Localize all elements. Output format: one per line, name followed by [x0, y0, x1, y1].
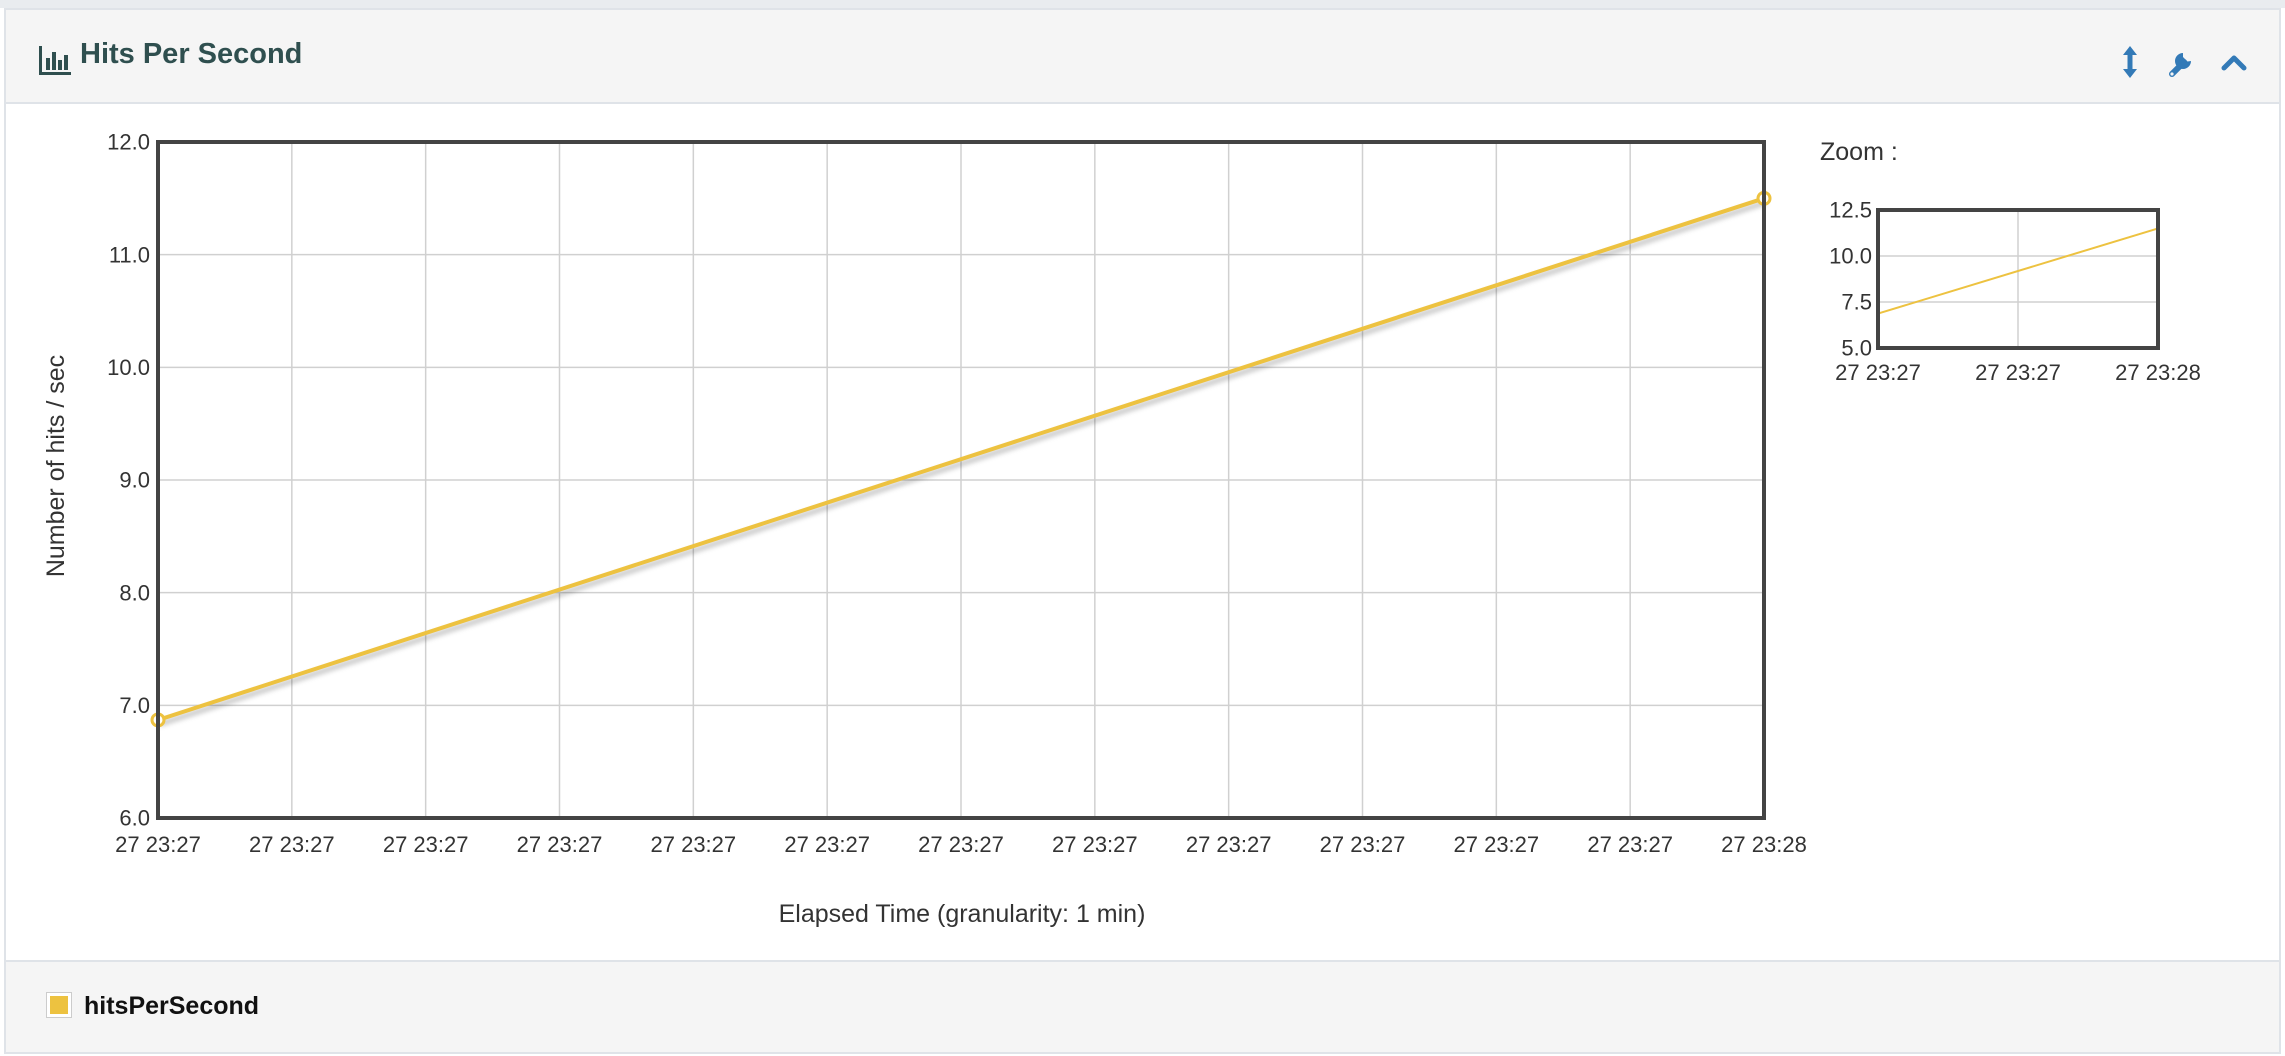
wrench-icon [2169, 53, 2191, 77]
collapse-button[interactable] [2212, 40, 2256, 84]
resize-vertical-button[interactable] [2108, 40, 2152, 84]
y-tick-label: 7.0 [119, 693, 150, 718]
x-axis-title: Elapsed Time (granularity: 1 min) [779, 900, 1146, 928]
x-tick-label: 27 23:27 [1052, 832, 1138, 857]
y-axis-title: Number of hits / sec [42, 355, 70, 577]
series-shadow [159, 199, 1767, 727]
x-tick-label: 27 23:27 [383, 832, 469, 857]
x-tick-label: 27 23:27 [1454, 832, 1540, 857]
x-tick-label: 27 23:27 [517, 832, 603, 857]
legend-swatch [46, 992, 72, 1018]
resize-vertical-icon [2123, 46, 2137, 78]
chart-panel: Hits Per Second 6.0 7.0 8.0 9.0 10.0 11.… [4, 8, 2281, 1054]
main-x-axis-ticks: 27 23:27 27 23:27 27 23:27 27 23:27 27 23:27… [115, 832, 1807, 857]
zoom-label: Zoom : [1820, 138, 1898, 166]
y-tick-label: 12.5 [1829, 198, 1872, 223]
x-tick-label: 27 23:27 [1320, 832, 1406, 857]
top-band [0, 0, 2285, 8]
y-tick-label: 8.0 [119, 580, 150, 605]
legend-label: hitsPerSecond [84, 992, 260, 1020]
x-tick-label: 27 23:27 [651, 832, 737, 857]
chevron-up-icon [2221, 55, 2247, 71]
x-tick-label: 27 23:27 [1186, 832, 1272, 857]
settings-button[interactable] [2160, 40, 2204, 84]
bar-chart-icon [39, 46, 71, 75]
y-tick-label: 6.0 [119, 806, 150, 831]
main-y-axis-ticks: 6.0 7.0 8.0 9.0 10.0 11.0 12.0 [107, 130, 150, 831]
y-tick-label: 10.0 [1829, 244, 1872, 269]
x-tick-label: 27 23:27 [1587, 832, 1673, 857]
x-tick-label: 27 23:27 [784, 832, 870, 857]
main-chart-grid [158, 142, 1764, 818]
panel-title: Hits Per Second [80, 38, 303, 70]
legend-bar: hitsPerSecond [6, 960, 2279, 1052]
y-tick-label: 7.5 [1841, 290, 1872, 315]
x-tick-label: 27 23:28 [2115, 360, 2201, 385]
y-tick-label: 12.0 [107, 130, 150, 155]
x-tick-label: 27 23:27 [1835, 360, 1921, 385]
y-tick-label: 5.0 [1841, 336, 1872, 361]
x-tick-label: 27 23:28 [1721, 832, 1807, 857]
x-tick-label: 27 23:27 [115, 832, 201, 857]
x-tick-label: 27 23:27 [918, 832, 1004, 857]
zoom-chart-grid [1878, 210, 2158, 348]
legend-swatch-color [50, 996, 68, 1014]
y-tick-label: 9.0 [119, 468, 150, 493]
zoom-x-axis-ticks: 27 23:27 27 23:27 27 23:28 [1835, 360, 2201, 385]
y-tick-label: 11.0 [109, 242, 150, 267]
panel-heading: Hits Per Second [6, 10, 2279, 104]
chart-area: 6.07.08.09.010.011.012.0 27 23:27 27 23:2… [42, 130, 2201, 928]
x-tick-label: 27 23:27 [249, 832, 335, 857]
zoom-y-axis-ticks: 5.0 7.5 10.0 12.5 [1829, 198, 1872, 361]
x-tick-label: 27 23:27 [1975, 360, 2061, 385]
y-tick-label: 10.0 [107, 355, 150, 380]
